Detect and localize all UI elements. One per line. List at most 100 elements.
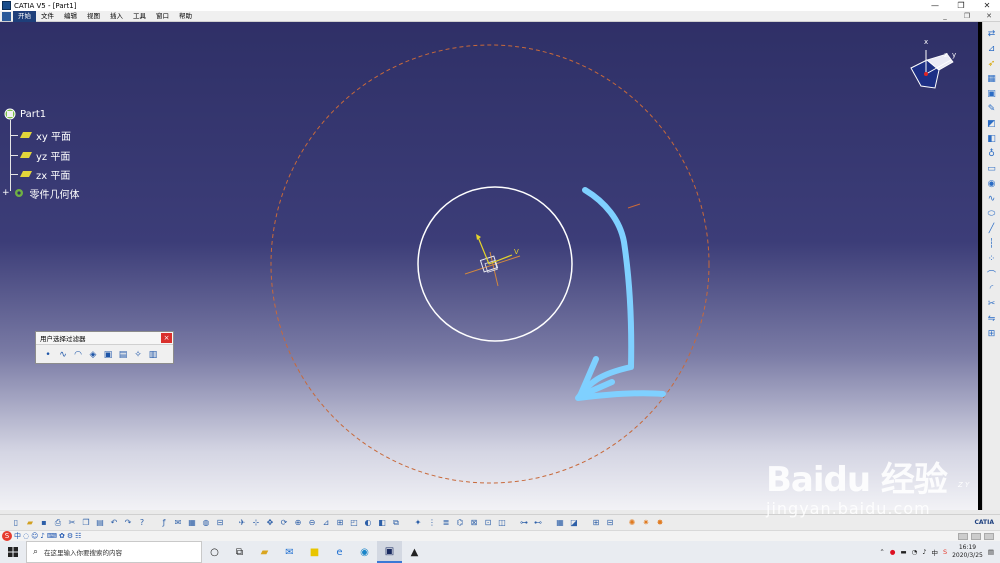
measure-icon[interactable]: ⊟ xyxy=(214,517,226,529)
filter-toolbar-titlebar[interactable]: 用户选择过滤器 × xyxy=(36,332,173,345)
project-icon[interactable]: ⊞ xyxy=(986,328,998,340)
menu-help[interactable]: 帮助 xyxy=(174,11,197,22)
network-icon[interactable]: ◔ xyxy=(912,548,918,556)
redo-icon[interactable]: ↷ xyxy=(122,517,134,529)
usual-icon[interactable]: ⊡ xyxy=(482,517,494,529)
shading-icon[interactable]: ◐ xyxy=(362,517,374,529)
strip-button-2[interactable] xyxy=(971,532,981,540)
point-icon[interactable]: ⁘ xyxy=(986,253,998,265)
swap-space-icon[interactable]: ⧉ xyxy=(390,517,402,529)
file-explorer-icon[interactable]: ▰ xyxy=(252,541,277,563)
mdi-minimize-icon[interactable]: _ xyxy=(934,12,956,20)
quick-select-icon[interactable]: ▥ xyxy=(147,349,159,361)
filter-close-button[interactable]: × xyxy=(161,333,172,343)
rotate-icon[interactable]: ⟳ xyxy=(278,517,290,529)
ime-keyboard-icon[interactable]: ⌨ xyxy=(47,532,57,540)
visualization-icon[interactable]: ⌬ xyxy=(454,517,466,529)
point-filter-icon[interactable]: • xyxy=(42,349,54,361)
corner-icon[interactable]: ⌒ xyxy=(986,268,998,281)
restore-button[interactable]: ❐ xyxy=(948,0,974,11)
line-icon[interactable]: ╱ xyxy=(986,223,998,235)
animate-constraint-icon[interactable]: ✸ xyxy=(654,517,666,529)
cortana-icon[interactable]: ○ xyxy=(202,541,227,563)
taskbar-search-input[interactable]: ⌕ 在这里输入你要搜索的内容 xyxy=(26,541,202,563)
spline-icon[interactable]: ∿ xyxy=(986,193,998,205)
tree-node-part-body[interactable]: + 零件几何体 xyxy=(2,186,80,201)
sketch-viewport[interactable]: V Part1 xy 平面 yz 平面 zx 平面 + 零件几何体 x z y … xyxy=(0,22,978,510)
start-button[interactable] xyxy=(0,541,26,563)
ime-voice-icon[interactable]: ♪ xyxy=(40,532,44,540)
menu-view[interactable]: 视图 xyxy=(82,11,105,22)
dimension-icon[interactable]: ◧ xyxy=(986,133,998,145)
copy-icon[interactable]: ❐ xyxy=(80,517,92,529)
sketch-solving-icon[interactable]: ≣ xyxy=(440,517,452,529)
output-feature-icon[interactable]: ⊶ xyxy=(518,517,530,529)
catia-taskbar-icon[interactable]: ▣ xyxy=(377,541,402,563)
geometrical-constraint-icon[interactable]: ⊟ xyxy=(604,517,616,529)
document-icon[interactable] xyxy=(2,11,11,21)
ime-mode-label[interactable]: 中 xyxy=(14,531,21,541)
construction-element-icon[interactable]: ⊞ xyxy=(590,517,602,529)
cut-icon[interactable]: ✂ xyxy=(66,517,78,529)
tray-expand-icon[interactable]: ⌃ xyxy=(879,548,884,556)
zoom-in-icon[interactable]: ⊕ xyxy=(292,517,304,529)
profile-feature-icon[interactable]: ⊷ xyxy=(532,517,544,529)
mdi-restore-icon[interactable]: ❐ xyxy=(956,12,978,20)
surface-filter-icon[interactable]: ◠ xyxy=(72,349,84,361)
comment-icon[interactable]: ✉ xyxy=(172,517,184,529)
close-button[interactable]: ✕ xyxy=(974,0,1000,11)
origin-icon[interactable] xyxy=(476,234,513,273)
auto-constraint-icon[interactable]: ✷ xyxy=(640,517,652,529)
mirror-icon[interactable]: ⇋ xyxy=(986,313,998,325)
table-icon[interactable]: ▦ xyxy=(186,517,198,529)
tray-app-icon[interactable]: ▬ xyxy=(900,548,906,556)
grid-icon[interactable]: ▦ xyxy=(986,73,998,85)
trim-icon[interactable]: ✂ xyxy=(986,298,998,310)
rectangle-icon[interactable]: ▭ xyxy=(986,163,998,175)
expand-icon[interactable]: + xyxy=(2,188,10,198)
task-view-icon[interactable]: ⧉ xyxy=(227,541,252,563)
ime-punctuation-icon[interactable]: ◌ xyxy=(23,532,29,540)
circle-tool-icon[interactable]: ◉ xyxy=(986,178,998,190)
ime-menu-icon[interactable]: ☷ xyxy=(75,532,81,540)
ellipse-icon[interactable]: ⬭ xyxy=(986,208,998,220)
menu-insert[interactable]: 插入 xyxy=(105,11,128,22)
compass-icon[interactable] xyxy=(905,40,960,95)
constraint-analysis-icon[interactable]: ⋮ xyxy=(426,517,438,529)
knowledge-icon[interactable]: ◍ xyxy=(200,517,212,529)
ime-tools-icon[interactable]: ⚙ xyxy=(67,532,73,540)
intersection-filter-icon[interactable]: ✧ xyxy=(132,349,144,361)
notification-icon[interactable]: ▤ xyxy=(988,548,994,556)
tray-user-icon[interactable]: ● xyxy=(890,548,896,556)
diagnosis-icon[interactable]: ◫ xyxy=(496,517,508,529)
sticky-notes-icon[interactable]: ■ xyxy=(302,541,327,563)
strip-button-1[interactable] xyxy=(958,532,968,540)
fly-icon[interactable]: ✈ xyxy=(236,517,248,529)
undo-icon[interactable]: ↶ xyxy=(108,517,120,529)
chamfer-icon[interactable]: ◜ xyxy=(986,283,998,295)
analysis-icon[interactable]: ✦ xyxy=(412,517,424,529)
multi-view-icon[interactable]: ⊞ xyxy=(334,517,346,529)
snap-icon[interactable]: ▣ xyxy=(986,88,998,100)
mail-icon[interactable]: ✉ xyxy=(277,541,302,563)
axis-icon[interactable]: ┆ xyxy=(986,238,998,250)
new-file-icon[interactable]: ▯ xyxy=(10,517,22,529)
formula-icon[interactable]: ƒ xyxy=(158,517,170,529)
tree-node-yz-plane[interactable]: yz 平面 xyxy=(10,148,70,163)
dimensional-constraint-icon[interactable]: ✺ xyxy=(626,517,638,529)
strip-button-3[interactable] xyxy=(984,532,994,540)
grid-toggle-icon[interactable]: ▦ xyxy=(554,517,566,529)
feature-filter-icon[interactable]: ▣ xyxy=(102,349,114,361)
volume-filter-icon[interactable]: ◈ xyxy=(87,349,99,361)
normal-view-icon[interactable]: ⊿ xyxy=(320,517,332,529)
menu-window[interactable]: 窗口 xyxy=(151,11,174,22)
photos-icon[interactable]: ▲ xyxy=(402,541,427,563)
print-icon[interactable]: ⎙ xyxy=(52,517,64,529)
ime-tray-label[interactable]: 中 xyxy=(931,547,938,557)
ime-emoji-icon[interactable]: ☺ xyxy=(31,532,38,540)
ime-skin-icon[interactable]: ✿ xyxy=(59,532,65,540)
snap-to-point-icon[interactable]: ◪ xyxy=(568,517,580,529)
mdi-close-icon[interactable]: ✕ xyxy=(978,12,1000,20)
geometric-constraint-icon[interactable]: ◩ xyxy=(986,118,998,130)
browser-icon[interactable]: ◉ xyxy=(352,541,377,563)
